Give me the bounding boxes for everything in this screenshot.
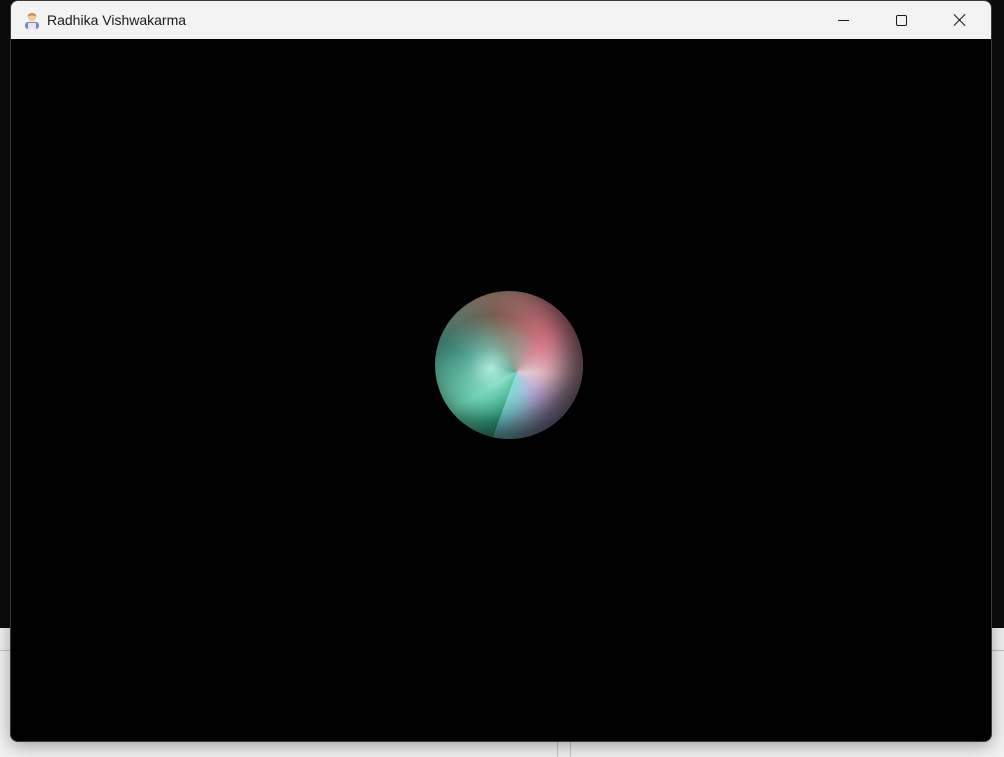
window-title: Radhika Vishwakarma <box>47 12 187 28</box>
user-avatar-icon <box>22 10 42 30</box>
close-button[interactable] <box>931 1 989 39</box>
render-viewport[interactable] <box>11 39 991 741</box>
divider <box>990 650 1004 651</box>
minimize-button[interactable] <box>814 1 872 39</box>
divider <box>0 650 10 651</box>
close-icon <box>953 13 967 27</box>
maximize-button[interactable] <box>872 1 930 39</box>
maximize-icon <box>895 14 907 26</box>
app-window[interactable]: Radhika Vishwakarma <box>10 0 992 742</box>
rendered-sphere <box>435 291 583 439</box>
title-bar[interactable]: Radhika Vishwakarma <box>11 1 991 39</box>
minimize-icon <box>837 19 849 21</box>
